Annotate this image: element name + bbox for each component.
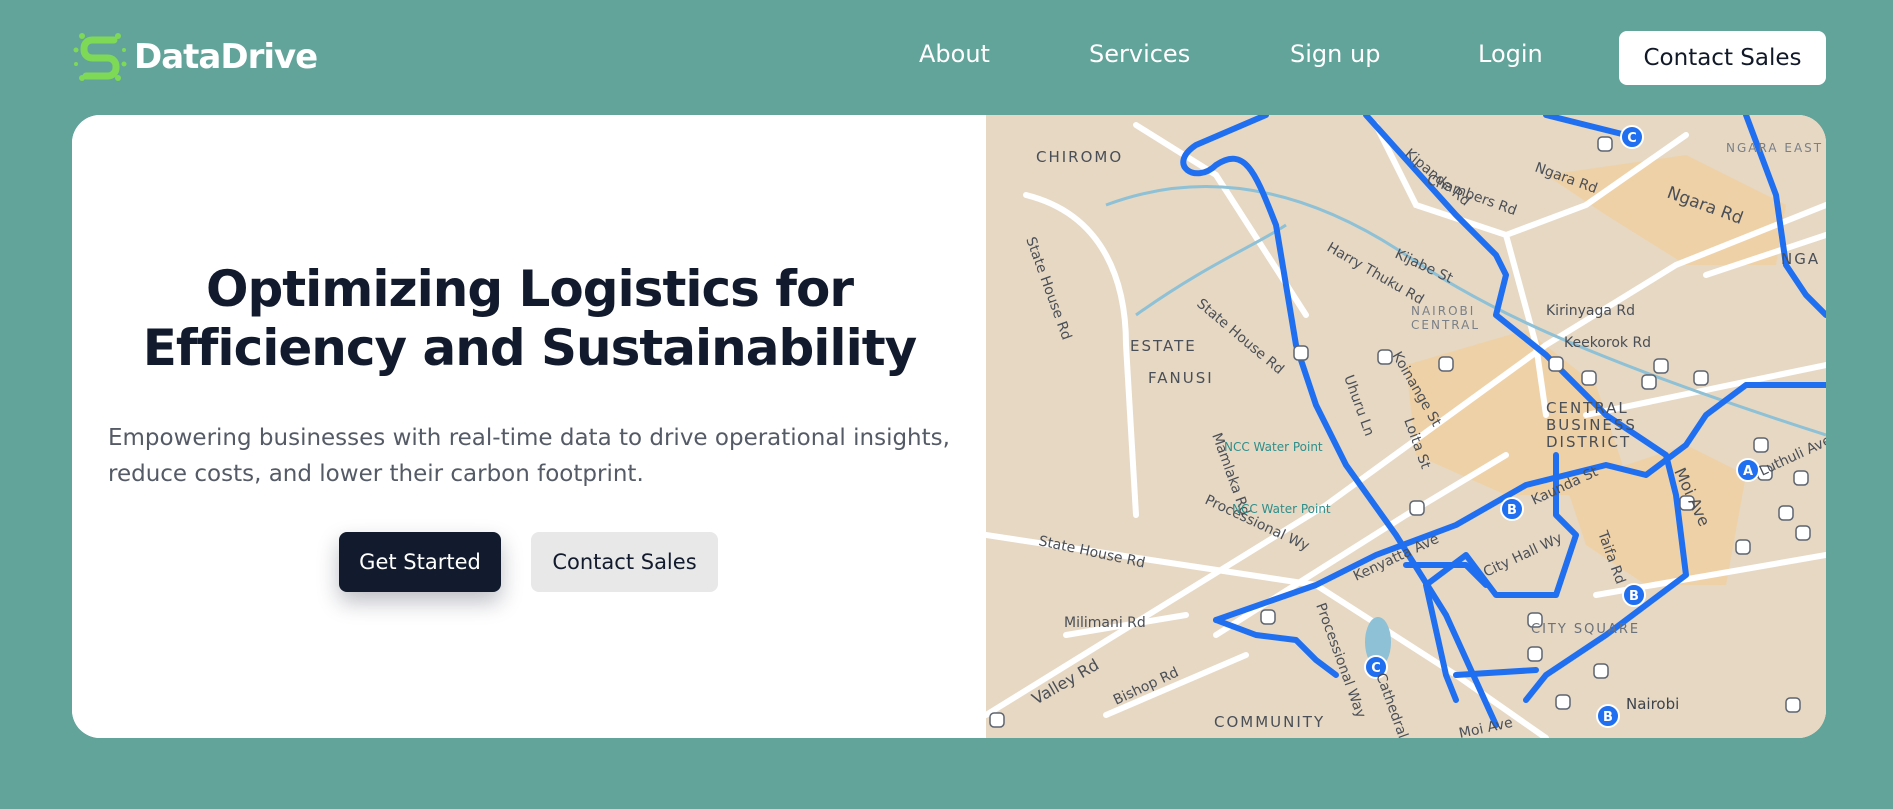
hero-title: Optimizing Logistics for Efficiency and … <box>142 260 917 377</box>
street-label: Keekorok Rd <box>1564 335 1651 351</box>
route-stop-a-label: A <box>1743 464 1753 479</box>
area-label: ESTATE <box>1130 337 1197 355</box>
area-label: NGARA EAST <box>1726 141 1823 155</box>
route-map[interactable]: C A B B B C CHIROMO ESTATE FANUSI CENTRA… <box>986 115 1826 738</box>
area-label: COMMUNITY <box>1214 713 1325 731</box>
hero-subtitle: Empowering businesses with real-time dat… <box>108 425 950 487</box>
area-label: NGA <box>1781 250 1820 268</box>
area-label: CENTRAL <box>1411 318 1480 332</box>
datadrive-logo-icon <box>73 33 127 81</box>
area-label: NAIROBI <box>1411 304 1475 318</box>
area-label: CENTRAL <box>1546 399 1629 417</box>
route-stop-c-label: C <box>1627 131 1637 146</box>
nav-login-link[interactable]: Login <box>1478 40 1543 68</box>
contact-sales-button[interactable]: Contact Sales <box>531 532 718 592</box>
get-started-button[interactable]: Get Started <box>339 532 501 592</box>
brand-name: DataDrive <box>134 37 318 77</box>
area-label: FANUSI <box>1148 369 1214 387</box>
brand-logo[interactable]: DataDrive <box>72 26 318 88</box>
nav-services-link[interactable]: Services <box>1089 40 1190 68</box>
route-stop-b-label: B <box>1507 503 1517 518</box>
area-label: CITY SQUARE <box>1531 622 1640 637</box>
site-header: DataDrive About Services Sign up Login C… <box>0 0 1893 115</box>
route-stop-b-label: B <box>1603 710 1613 725</box>
contact-sales-nav-button[interactable]: Contact Sales <box>1619 31 1826 85</box>
poi-label: NCC Water Point <box>1232 502 1331 516</box>
street-label: Milimani Rd <box>1064 615 1146 631</box>
hero-content: Optimizing Logistics for Efficiency and … <box>72 115 986 738</box>
area-label: CHIROMO <box>1036 148 1123 166</box>
route-map-svg: C A B B B C CHIROMO ESTATE FANUSI CENTRA… <box>986 115 1826 738</box>
area-label: DISTRICT <box>1546 433 1631 451</box>
poi-label: Nairobi <box>1626 695 1679 713</box>
route-stop-b-label: B <box>1629 589 1639 604</box>
hero-card: Optimizing Logistics for Efficiency and … <box>72 115 1826 738</box>
area-label: BUSINESS <box>1546 416 1637 434</box>
nav-signup-link[interactable]: Sign up <box>1290 40 1380 68</box>
nav-about-link[interactable]: About <box>919 40 990 68</box>
poi-label: NCC Water Point <box>1224 440 1323 454</box>
street-label: Kirinyaga Rd <box>1546 303 1635 319</box>
